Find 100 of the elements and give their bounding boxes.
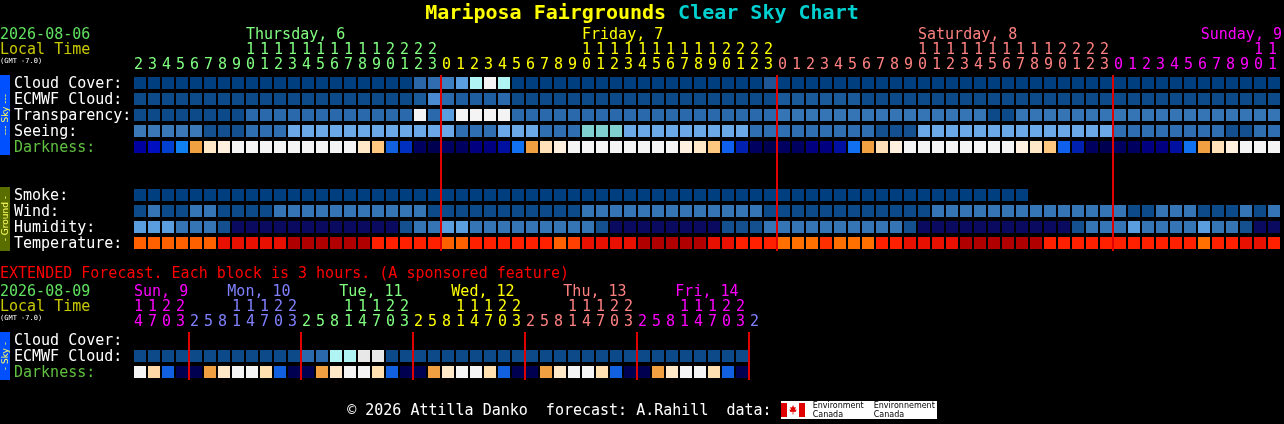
day-label: Mon, 10 [227, 284, 291, 299]
hour-label: 5 [512, 54, 523, 72]
row-label: Smoke: [14, 187, 70, 203]
hour-label: 5 [1184, 54, 1195, 72]
hour-label: 0 [1114, 54, 1125, 72]
hour-label: 20 [498, 299, 509, 329]
hour-label: 23 [176, 299, 187, 329]
row-label: Wind: [14, 203, 61, 219]
hour-label: 6 [190, 54, 201, 72]
hour-label: 3 [484, 54, 495, 72]
hour-label: 23 [512, 299, 523, 329]
hour-label: 11 [1268, 42, 1279, 72]
date-label: 2026-08-09 [0, 284, 91, 299]
hour-label: 12 [946, 42, 956, 72]
hour-label: 8 [218, 54, 229, 72]
hour-label: 18 [694, 42, 705, 72]
hour-label: 23 [400, 299, 411, 329]
hour-label: 14 [358, 299, 368, 329]
hour-label: 17 [260, 299, 271, 329]
logo-text: Environment Canada [812, 401, 864, 419]
hour-label: 5 [176, 54, 187, 72]
row-label: Transparency: [14, 107, 133, 123]
hour-label: 14 [694, 299, 704, 329]
hour-label: 8 [218, 311, 229, 329]
hour-label: 17 [1016, 42, 1027, 72]
hour-label: 7 [876, 54, 887, 72]
hour-label: 11 [568, 299, 578, 329]
hour-label: 20 [386, 42, 397, 72]
hour-label: 4 [498, 54, 509, 72]
row-label: ECMWF Cloud: [14, 91, 124, 107]
hour-label: 16 [1002, 42, 1013, 72]
day-label: Wed, 12 [451, 284, 515, 299]
hour-label: 8 [890, 54, 901, 72]
hour-label: 22 [414, 42, 425, 72]
hour-label: 9 [232, 54, 243, 72]
hour-label: 11 [456, 299, 466, 329]
day-label: Fri, 14 [675, 284, 739, 299]
hour-label: 8 [442, 311, 453, 329]
hour-label: 5 [316, 311, 327, 329]
hour-label: 7 [1212, 54, 1223, 72]
hour-label: 20 [610, 299, 621, 329]
hour-label: 8 [554, 311, 565, 329]
local-time-label: Local Time [0, 42, 91, 57]
location-title: Mariposa Fairgrounds [425, 0, 667, 25]
hour-label: 14 [246, 299, 256, 329]
row-label: Darkness: [14, 364, 97, 380]
local-time-label: Local Time [0, 299, 91, 314]
hour-label: 20 [1058, 42, 1069, 72]
hour-label: 0 [442, 54, 453, 72]
hour-label: 14 [582, 299, 592, 329]
hour-label: 8 [1226, 54, 1237, 72]
extended-forecast-note: EXTENDED Forecast. Each block is 3 hours. (A sponsored feature) [0, 265, 570, 281]
hour-label: 4 [834, 54, 845, 72]
row-label: Cloud Cover: [14, 332, 124, 348]
hour-label: 23 [428, 42, 439, 72]
hour-label: 15 [316, 42, 327, 72]
hour-label: 2 [1142, 54, 1153, 72]
hour-label: 9 [904, 54, 915, 72]
hour-label: 2 [526, 311, 537, 329]
hour-label: 8 [666, 311, 677, 329]
hour-label: 23 [736, 299, 747, 329]
hour-label: 21 [1072, 42, 1083, 72]
hour-label: 23 [1100, 42, 1111, 72]
hour-label: 17 [708, 299, 719, 329]
hour-label: 5 [652, 311, 663, 329]
day-label: Sunday, 9 [1200, 27, 1282, 42]
row-label: Humidity: [14, 219, 96, 235]
row-label: Temperature: [14, 235, 124, 251]
hour-label: 5 [428, 311, 439, 329]
hour-label: 14 [974, 42, 984, 72]
row-label: Seeing: [14, 123, 78, 139]
hour-label: 17 [484, 299, 495, 329]
hour-label: 11 [260, 42, 270, 72]
hour-label: 10 [1254, 42, 1265, 72]
hour-label: 14 [638, 42, 649, 72]
hour-label: 11 [232, 299, 242, 329]
chart-title: Clear Sky Chart [678, 0, 859, 25]
hour-label: 11 [596, 42, 606, 72]
hour-label: 16 [666, 42, 677, 72]
hour-label: 22 [1086, 42, 1097, 72]
hour-label: 11 [680, 299, 690, 329]
hour-label: 6 [1198, 54, 1209, 72]
flag-icon [780, 403, 805, 417]
hour-label: 2 [470, 54, 481, 72]
hour-label: 19 [372, 42, 383, 72]
hour-label: 1 [456, 54, 467, 72]
hour-label: 4 [1170, 54, 1181, 72]
day-label: Tue, 11 [339, 284, 403, 299]
hour-label: 17 [372, 299, 383, 329]
hour-label: 23 [624, 299, 635, 329]
hour-label: 2 [414, 311, 425, 329]
hour-label: 18 [358, 42, 369, 72]
day-label: Thu, 13 [563, 284, 627, 299]
hour-label: 20 [274, 299, 285, 329]
hour-label: 14 [134, 299, 144, 329]
day-label: Friday, 7 [582, 27, 664, 42]
hour-label: 2 [190, 311, 201, 329]
logo-text: Environnement Canada [873, 401, 935, 419]
credits-text: © 2026 Attilla Danko forecast: A.Rahill data: [347, 402, 772, 418]
hour-label: 10 [918, 42, 928, 72]
